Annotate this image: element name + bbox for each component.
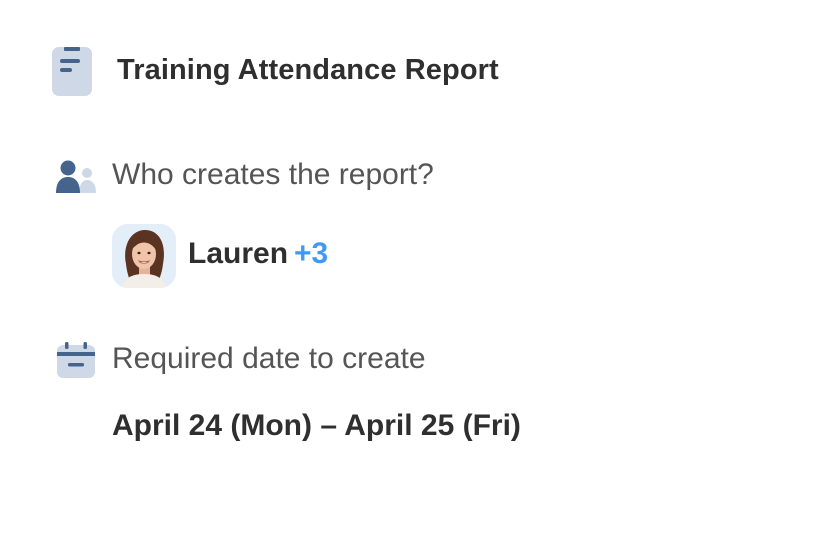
calendar-icon: [57, 342, 95, 378]
additional-assignees-count[interactable]: +3: [294, 237, 328, 270]
document-icon: [52, 47, 92, 96]
report-card: Training Attendance Report Who creates t…: [0, 0, 840, 560]
avatar-portrait-icon: [112, 224, 176, 288]
creator-question: Who creates the report?: [112, 158, 434, 191]
date-range: April 24 (Mon) – April 25 (Fri): [112, 409, 521, 442]
avatar[interactable]: [112, 224, 176, 288]
assignee-label: Lauren +3: [188, 237, 328, 271]
report-title: Training Attendance Report: [117, 54, 499, 86]
people-icon: [56, 160, 96, 193]
date-question: Required date to create: [112, 342, 426, 375]
assignee-name: Lauren: [188, 237, 289, 270]
